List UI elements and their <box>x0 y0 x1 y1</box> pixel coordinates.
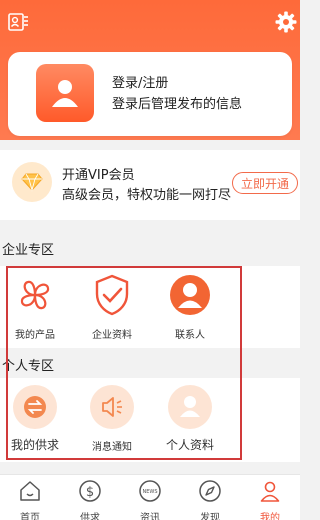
tile-label: 联系人 <box>175 330 205 341</box>
tab-news[interactable]: NEWS 资讯 <box>120 479 180 520</box>
tab-home[interactable]: 首页 <box>0 479 60 520</box>
tile-label: 个人资料 <box>165 438 214 452</box>
tab-discover[interactable]: 发现 <box>180 479 240 520</box>
tab-label: 发现 <box>200 513 220 520</box>
gear-icon[interactable] <box>274 10 298 34</box>
tile-my-supply-demand[interactable]: 我的供求 <box>0 378 70 453</box>
vip-subtitle: 高级会员，特权功能一网打尽 <box>62 188 232 203</box>
exchange-icon <box>12 384 58 430</box>
tab-label: 供求 <box>80 513 100 520</box>
login-card[interactable]: 登录/注册 登录后管理发布的信息 <box>8 52 292 136</box>
tile-company-info[interactable]: 企业资料 <box>77 266 147 341</box>
svg-text:NEWS: NEWS <box>142 489 157 495</box>
tile-notifications[interactable]: 消息通知 <box>77 378 147 453</box>
speaker-icon <box>89 384 135 430</box>
login-subtitle: 登录后管理发布的信息 <box>112 97 243 112</box>
enterprise-grid: 我的产品 企业资料 联系人 <box>0 266 300 348</box>
tile-label: 消息通知 <box>92 442 132 453</box>
tab-supply-demand[interactable]: $ 供求 <box>60 479 120 520</box>
dollar-icon: $ <box>78 479 102 507</box>
clover-icon <box>12 272 58 318</box>
diamond-icon <box>12 162 52 202</box>
news-icon: NEWS <box>138 479 162 507</box>
tile-label: 我的供求 <box>10 438 59 452</box>
shield-check-icon <box>89 272 135 318</box>
tile-label: 我的产品 <box>15 330 55 341</box>
profile-icon <box>167 384 213 430</box>
tab-label: 资讯 <box>140 513 160 520</box>
avatar <box>36 64 94 122</box>
open-vip-button[interactable]: 立即开通 <box>232 172 298 194</box>
home-icon <box>18 479 42 507</box>
vip-banner[interactable]: 开通VIP会员 高级会员，特权功能一网打尽 立即开通 <box>0 150 300 220</box>
svg-text:$: $ <box>86 485 94 500</box>
tile-label: 企业资料 <box>92 330 132 341</box>
person-circle-icon <box>167 272 213 318</box>
enterprise-section-title: 企业专区 <box>2 243 55 258</box>
tile-my-products[interactable]: 我的产品 <box>0 266 70 341</box>
personal-grid: 我的供求 消息通知 个人资料 <box>0 378 300 462</box>
vip-title: 开通VIP会员 <box>62 168 135 183</box>
user-icon <box>258 479 282 507</box>
bottom-tab-bar: 首页 $ 供求 NEWS 资讯 发现 我的 <box>0 474 300 520</box>
tab-label: 我的 <box>260 513 280 520</box>
scan-card-icon[interactable] <box>6 10 30 34</box>
tab-mine[interactable]: 我的 <box>240 479 300 520</box>
login-title[interactable]: 登录/注册 <box>112 72 168 91</box>
personal-section-title: 个人专区 <box>2 359 55 374</box>
tile-contacts[interactable]: 联系人 <box>155 266 225 341</box>
compass-icon <box>198 479 222 507</box>
tab-label: 首页 <box>20 513 40 520</box>
tile-personal-info[interactable]: 个人资料 <box>155 378 225 453</box>
